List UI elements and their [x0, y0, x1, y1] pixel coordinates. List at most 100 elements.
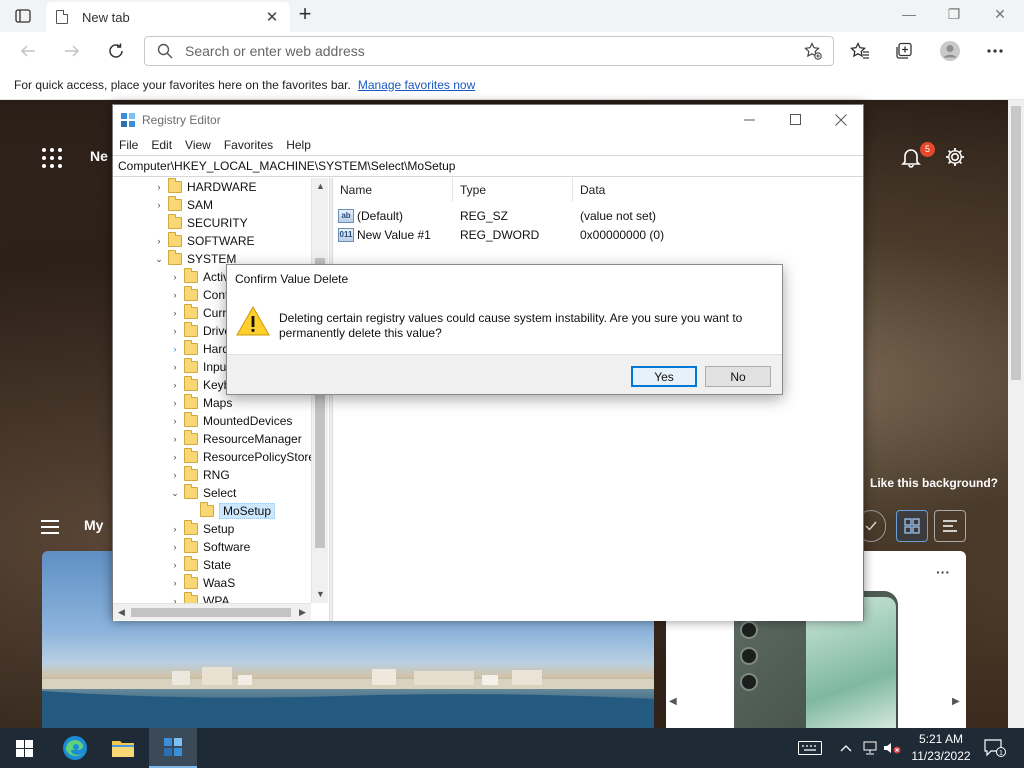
- collapsed-chevron-icon[interactable]: ›: [169, 578, 181, 588]
- network-icon[interactable]: [860, 738, 880, 758]
- file-explorer-icon[interactable]: [99, 728, 147, 768]
- collapsed-chevron-icon[interactable]: ›: [169, 362, 181, 372]
- tree-item-resourcemanager[interactable]: › ResourceManager: [169, 430, 302, 448]
- column-header-name[interactable]: Name: [333, 178, 453, 202]
- menu-view[interactable]: View: [185, 138, 211, 152]
- value-row-default[interactable]: ab (Default) REG_SZ (value not set): [333, 206, 773, 225]
- action-center-icon[interactable]: 1: [982, 738, 1008, 758]
- collapsed-chevron-icon[interactable]: ›: [169, 452, 181, 462]
- card-more-options-icon[interactable]: ···: [936, 564, 950, 580]
- carousel-next-icon[interactable]: ▶: [952, 696, 960, 707]
- registry-values-pane[interactable]: Name Type Data ab (Default) REG_SZ (value…: [333, 178, 863, 621]
- tab-actions-icon[interactable]: [10, 6, 36, 26]
- tree-item-setup[interactable]: › Setup: [169, 520, 234, 538]
- tree-item-sam[interactable]: › SAM: [153, 196, 213, 214]
- feed-menu-icon[interactable]: [41, 520, 59, 534]
- collapsed-chevron-icon[interactable]: ›: [153, 200, 165, 210]
- collections-icon[interactable]: [892, 40, 916, 62]
- refresh-icon[interactable]: [104, 40, 128, 62]
- collapsed-chevron-icon[interactable]: ›: [153, 182, 165, 192]
- edge-browser-icon[interactable]: [51, 728, 99, 768]
- tree-item-drive[interactable]: › Drive: [169, 322, 231, 340]
- restore-button[interactable]: ❐: [934, 4, 974, 26]
- like-background-link[interactable]: Like this background?: [870, 476, 998, 490]
- more-options-icon[interactable]: [983, 40, 1007, 62]
- tab-close-icon[interactable]: ✕: [264, 8, 280, 26]
- start-button-windows-icon[interactable]: [0, 728, 48, 768]
- scroll-up-icon[interactable]: ▲: [312, 178, 329, 195]
- collapsed-chevron-icon[interactable]: ›: [169, 290, 181, 300]
- scroll-down-icon[interactable]: ▼: [312, 586, 329, 603]
- tree-item-hardware[interactable]: › HARDWARE: [153, 178, 257, 196]
- tree-item-curr[interactable]: › Curr: [169, 304, 226, 322]
- registry-editor-taskbar-icon[interactable]: [149, 728, 197, 768]
- scroll-left-icon[interactable]: ◀: [113, 604, 130, 621]
- tray-chevron-up-icon[interactable]: [838, 738, 854, 758]
- address-input[interactable]: [185, 43, 793, 59]
- manage-favorites-link[interactable]: Manage favorites now: [358, 78, 475, 92]
- tree-item-cont[interactable]: › Cont: [169, 286, 228, 304]
- volume-muted-icon[interactable]: [882, 738, 902, 758]
- new-tab-button[interactable]: +: [294, 3, 316, 26]
- collapsed-chevron-icon[interactable]: ›: [169, 272, 181, 282]
- column-header-data[interactable]: Data: [573, 178, 773, 202]
- app-launcher-icon[interactable]: [42, 148, 62, 168]
- column-header-type[interactable]: Type: [453, 178, 573, 202]
- registry-tree-pane[interactable]: › HARDWARE › SAM SECURITY › SOFTWARE ⌄ SYSTEM › Ac…: [113, 178, 329, 621]
- collapsed-chevron-icon[interactable]: ›: [169, 416, 181, 426]
- collapsed-chevron-icon[interactable]: ›: [169, 344, 181, 354]
- collapsed-chevron-icon[interactable]: ›: [169, 542, 181, 552]
- address-bar[interactable]: [144, 36, 834, 66]
- tab-new-tab[interactable]: New tab ✕: [46, 2, 290, 32]
- keyboard-icon[interactable]: [797, 738, 823, 758]
- regedit-close-icon[interactable]: [818, 110, 864, 130]
- regedit-maximize-icon[interactable]: [773, 110, 819, 130]
- tree-item-resourcepolicystore[interactable]: › ResourcePolicyStore: [169, 448, 315, 466]
- tree-item-mounteddevices[interactable]: › MountedDevices: [169, 412, 292, 430]
- tree-item-mosetup[interactable]: MoSetup: [185, 502, 276, 520]
- tree-item-state[interactable]: › State: [169, 556, 231, 574]
- notifications-bell-icon[interactable]: [900, 146, 922, 168]
- tree-item-activ[interactable]: › Activ: [169, 268, 229, 286]
- yes-button[interactable]: Yes: [631, 366, 697, 387]
- collapsed-chevron-icon[interactable]: ›: [169, 398, 181, 408]
- tree-item-keyb[interactable]: › Keyb: [169, 376, 230, 394]
- back-icon[interactable]: [16, 40, 40, 62]
- page-scrollbar[interactable]: [1008, 100, 1024, 728]
- tree-item-software[interactable]: › SOFTWARE: [153, 232, 255, 250]
- tree-hscroll-thumb[interactable]: [131, 608, 291, 617]
- registry-address-bar[interactable]: Computer\HKEY_LOCAL_MACHINE\SYSTEM\Selec…: [113, 155, 863, 177]
- page-scrollbar-thumb[interactable]: [1011, 106, 1021, 380]
- menu-edit[interactable]: Edit: [151, 138, 172, 152]
- page-settings-gear-icon[interactable]: [944, 146, 966, 168]
- list-view-icon[interactable]: [934, 510, 966, 542]
- collapsed-chevron-icon[interactable]: ›: [169, 524, 181, 534]
- no-button[interactable]: No: [705, 366, 771, 387]
- tree-item-system[interactable]: ⌄ SYSTEM: [153, 250, 236, 268]
- profile-avatar[interactable]: [938, 40, 962, 62]
- tree-item-rng[interactable]: › RNG: [169, 466, 230, 484]
- tree-item-waas[interactable]: › WaaS: [169, 574, 235, 592]
- carousel-prev-icon[interactable]: ◀: [669, 696, 677, 707]
- tree-item-maps[interactable]: › Maps: [169, 394, 232, 412]
- expanded-chevron-icon[interactable]: ⌄: [169, 488, 181, 499]
- collapsed-chevron-icon[interactable]: ›: [153, 236, 165, 246]
- menu-favorites[interactable]: Favorites: [224, 138, 273, 152]
- menu-help[interactable]: Help: [286, 138, 311, 152]
- value-row-new-value-1[interactable]: 011 New Value #1 REG_DWORD 0x00000000 (0): [333, 225, 773, 244]
- tree-item-software[interactable]: › Software: [169, 538, 250, 556]
- tree-horizontal-scrollbar[interactable]: ◀ ▶: [113, 603, 311, 620]
- tree-item-inpu[interactable]: › Inpu: [169, 358, 226, 376]
- favorites-icon[interactable]: [848, 40, 872, 62]
- regedit-minimize-icon[interactable]: [727, 110, 773, 130]
- minimize-button[interactable]: —: [889, 4, 929, 26]
- close-window-button[interactable]: ✕: [980, 4, 1020, 26]
- forward-icon[interactable]: [60, 40, 84, 62]
- taskbar-clock[interactable]: 5:21 AM 11/23/2022: [904, 731, 978, 765]
- collapsed-chevron-icon[interactable]: ›: [169, 434, 181, 444]
- collapsed-chevron-icon[interactable]: ›: [169, 308, 181, 318]
- tree-item-security[interactable]: SECURITY: [153, 214, 248, 232]
- collapsed-chevron-icon[interactable]: ›: [169, 380, 181, 390]
- tree-item-select[interactable]: ⌄ Select: [169, 484, 236, 502]
- collapsed-chevron-icon[interactable]: ›: [169, 326, 181, 336]
